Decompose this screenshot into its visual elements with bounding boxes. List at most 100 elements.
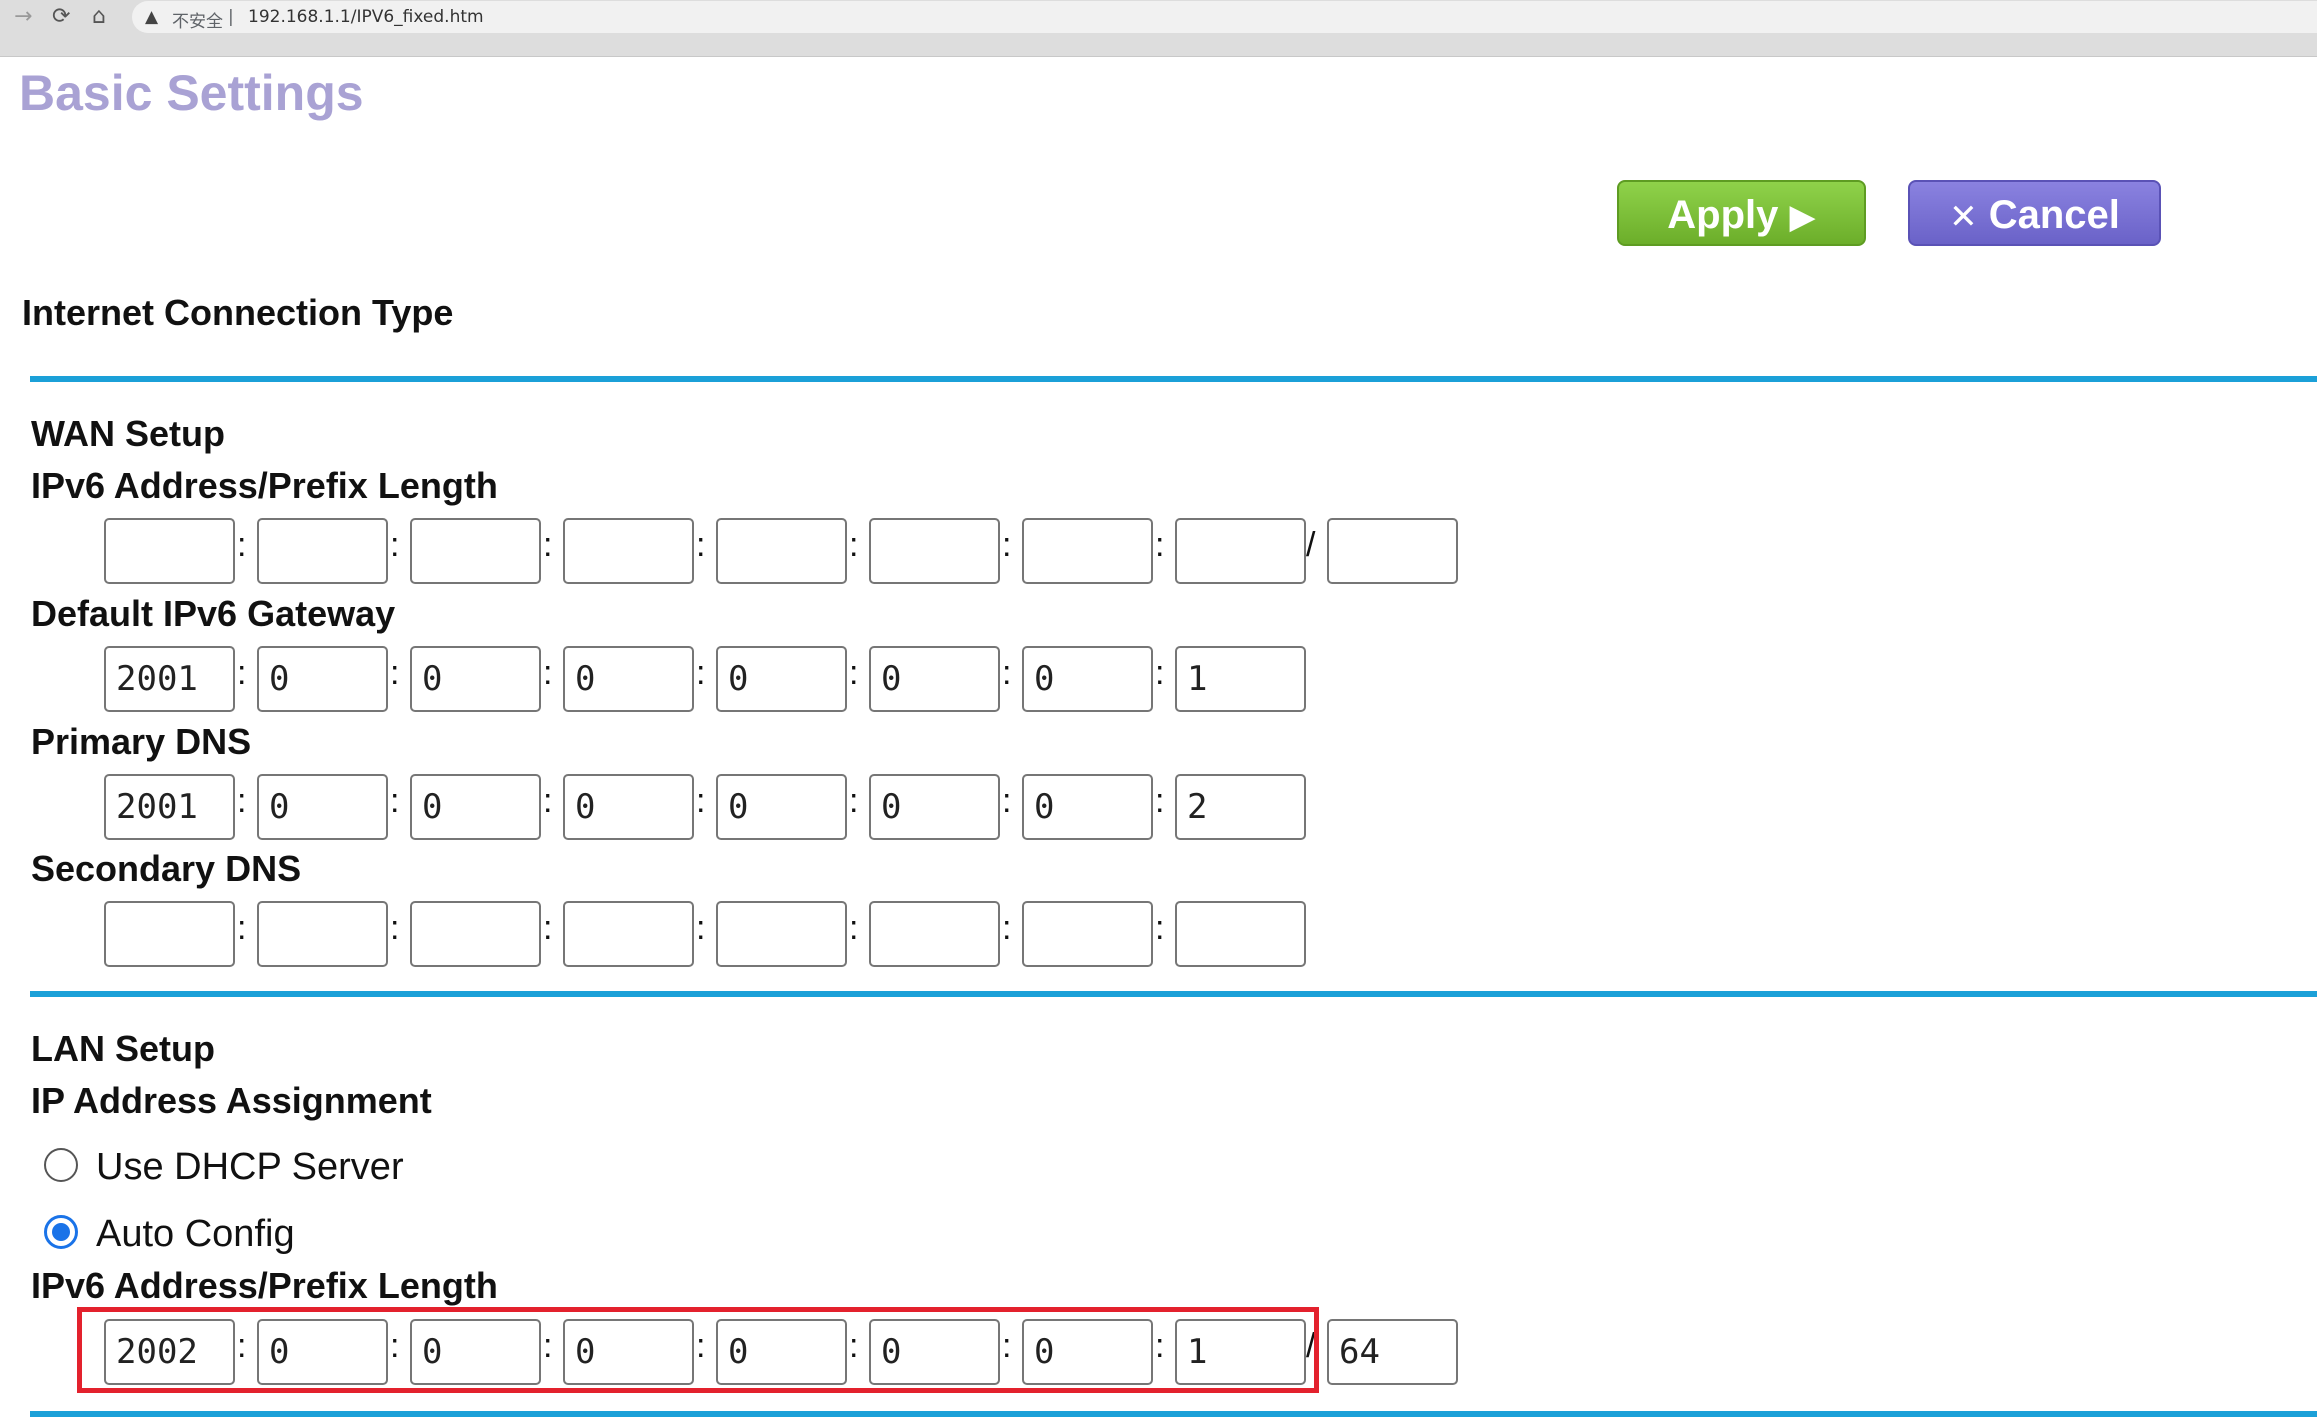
wan-address-segment-3[interactable] bbox=[410, 518, 541, 584]
section-divider bbox=[30, 376, 2317, 382]
lan-address-segment-3[interactable] bbox=[410, 1319, 541, 1385]
primary-dns-row: : : : : : : : bbox=[0, 774, 1500, 842]
secondary-dns-label: Secondary DNS bbox=[31, 848, 302, 889]
forward-arrow-icon[interactable]: → bbox=[14, 4, 32, 30]
colon-separator: : bbox=[696, 526, 706, 564]
colon-separator: : bbox=[390, 654, 400, 692]
colon-separator: : bbox=[849, 654, 859, 692]
secondary-dns-segment-3[interactable] bbox=[410, 901, 541, 967]
colon-separator: : bbox=[543, 909, 553, 947]
colon-separator: : bbox=[390, 1327, 400, 1365]
primary-dns-segment-2[interactable] bbox=[257, 774, 388, 840]
play-triangle-icon: ▶ bbox=[1789, 197, 1816, 237]
wan-ipv6-address-label: IPv6 Address/Prefix Length bbox=[31, 465, 498, 506]
colon-separator: : bbox=[849, 526, 859, 564]
colon-separator: : bbox=[1002, 909, 1012, 947]
colon-separator: : bbox=[696, 1327, 706, 1365]
wan-address-segment-6[interactable] bbox=[869, 518, 1000, 584]
warning-triangle-icon: ▲ bbox=[145, 7, 159, 27]
wan-address-segment-7[interactable] bbox=[1022, 518, 1153, 584]
dhcp-server-radio[interactable] bbox=[44, 1148, 78, 1182]
secondary-dns-row: : : : : : : : bbox=[0, 901, 1500, 969]
lan-address-segment-5[interactable] bbox=[716, 1319, 847, 1385]
lan-ipv6-address-row: : : : : : : : / bbox=[0, 1319, 1500, 1387]
wan-address-segment-8[interactable] bbox=[1175, 518, 1306, 584]
lan-prefix-length[interactable] bbox=[1327, 1319, 1458, 1385]
address-bar[interactable]: ▲ 不安全 | 192.168.1.1/IPV6_fixed.htm bbox=[132, 1, 2317, 33]
secondary-dns-segment-6[interactable] bbox=[869, 901, 1000, 967]
secondary-dns-segment-1[interactable] bbox=[104, 901, 235, 967]
gateway-segment-4[interactable] bbox=[563, 646, 694, 712]
apply-label: Apply bbox=[1667, 193, 1779, 237]
gateway-segment-2[interactable] bbox=[257, 646, 388, 712]
colon-separator: : bbox=[696, 909, 706, 947]
primary-dns-segment-6[interactable] bbox=[869, 774, 1000, 840]
lan-setup-heading: LAN Setup bbox=[31, 1028, 215, 1069]
slash-separator: / bbox=[1306, 1327, 1316, 1365]
secondary-dns-segment-7[interactable] bbox=[1022, 901, 1153, 967]
colon-separator: : bbox=[849, 782, 859, 820]
ip-assignment-label: IP Address Assignment bbox=[31, 1080, 432, 1121]
wan-ipv6-address-row: : : : : : : : / bbox=[0, 518, 1500, 586]
colon-separator: : bbox=[543, 1327, 553, 1365]
primary-dns-segment-7[interactable] bbox=[1022, 774, 1153, 840]
gateway-segment-6[interactable] bbox=[869, 646, 1000, 712]
colon-separator: : bbox=[1002, 1327, 1012, 1365]
gateway-segment-3[interactable] bbox=[410, 646, 541, 712]
lan-ipv6-address-label: IPv6 Address/Prefix Length bbox=[31, 1265, 498, 1306]
lan-address-segment-8[interactable] bbox=[1175, 1319, 1306, 1385]
url-text[interactable]: 192.168.1.1/IPV6_fixed.htm bbox=[248, 7, 484, 27]
lan-address-segment-1[interactable] bbox=[104, 1319, 235, 1385]
primary-dns-label: Primary DNS bbox=[31, 721, 252, 762]
wan-address-segment-1[interactable] bbox=[104, 518, 235, 584]
cancel-button[interactable]: ✕ Cancel bbox=[1908, 180, 2161, 246]
colon-separator: : bbox=[237, 909, 247, 947]
secondary-dns-segment-2[interactable] bbox=[257, 901, 388, 967]
home-icon[interactable]: ⌂ bbox=[92, 4, 106, 30]
wan-address-segment-2[interactable] bbox=[257, 518, 388, 584]
lan-address-segment-2[interactable] bbox=[257, 1319, 388, 1385]
colon-separator: : bbox=[696, 782, 706, 820]
apply-button[interactable]: Apply ▶ bbox=[1617, 180, 1866, 246]
colon-separator: : bbox=[237, 782, 247, 820]
lan-address-segment-6[interactable] bbox=[869, 1319, 1000, 1385]
colon-separator: : bbox=[1155, 909, 1165, 947]
slash-separator: / bbox=[1306, 526, 1316, 564]
dhcp-server-label: Use DHCP Server bbox=[96, 1146, 404, 1188]
secondary-dns-segment-4[interactable] bbox=[563, 901, 694, 967]
primary-dns-segment-1[interactable] bbox=[104, 774, 235, 840]
primary-dns-segment-3[interactable] bbox=[410, 774, 541, 840]
colon-separator: : bbox=[1155, 782, 1165, 820]
colon-separator: : bbox=[1155, 1327, 1165, 1365]
primary-dns-segment-4[interactable] bbox=[563, 774, 694, 840]
gateway-segment-8[interactable] bbox=[1175, 646, 1306, 712]
lan-address-segment-7[interactable] bbox=[1022, 1319, 1153, 1385]
wan-prefix-length[interactable] bbox=[1327, 518, 1458, 584]
dhcp-server-option[interactable]: Use DHCP Server bbox=[44, 1142, 544, 1192]
reload-icon[interactable]: ⟳ bbox=[52, 4, 70, 30]
auto-config-radio[interactable] bbox=[44, 1215, 78, 1249]
colon-separator: : bbox=[696, 654, 706, 692]
secondary-dns-segment-8[interactable] bbox=[1175, 901, 1306, 967]
colon-separator: : bbox=[543, 782, 553, 820]
gateway-segment-1[interactable] bbox=[104, 646, 235, 712]
colon-separator: : bbox=[390, 526, 400, 564]
close-x-icon: ✕ bbox=[1949, 197, 1978, 237]
wan-address-segment-4[interactable] bbox=[563, 518, 694, 584]
address-separator: | bbox=[228, 7, 234, 27]
primary-dns-segment-5[interactable] bbox=[716, 774, 847, 840]
internet-connection-type-heading: Internet Connection Type bbox=[22, 292, 454, 333]
security-status: 不安全 bbox=[172, 12, 223, 32]
auto-config-option[interactable]: Auto Config bbox=[44, 1209, 544, 1259]
wan-address-segment-5[interactable] bbox=[716, 518, 847, 584]
gateway-segment-5[interactable] bbox=[716, 646, 847, 712]
colon-separator: : bbox=[849, 1327, 859, 1365]
primary-dns-segment-8[interactable] bbox=[1175, 774, 1306, 840]
gateway-segment-7[interactable] bbox=[1022, 646, 1153, 712]
secondary-dns-segment-5[interactable] bbox=[716, 901, 847, 967]
page-title: Basic Settings bbox=[19, 65, 364, 121]
colon-separator: : bbox=[1155, 654, 1165, 692]
browser-toolbar: → ⟳ ⌂ ▲ 不安全 | 192.168.1.1/IPV6_fixed.htm bbox=[0, 0, 2317, 57]
lan-address-segment-4[interactable] bbox=[563, 1319, 694, 1385]
wan-setup-heading: WAN Setup bbox=[31, 413, 225, 454]
